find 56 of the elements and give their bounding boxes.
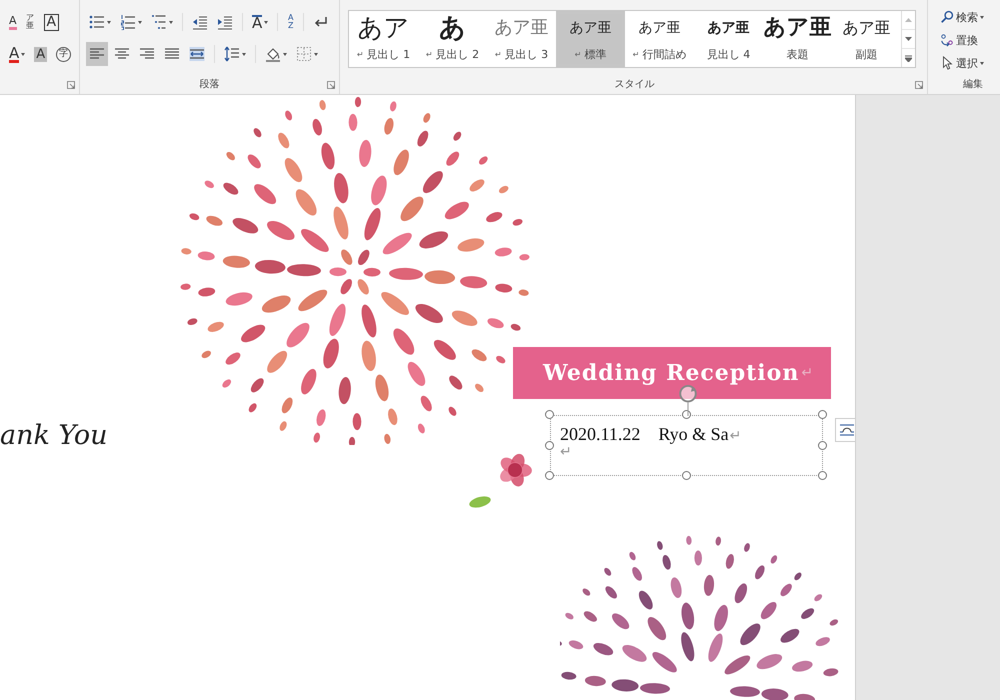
borders-icon: [296, 46, 312, 62]
decrease-indent-icon: [192, 14, 208, 30]
style-item[interactable]: あア ↵ 見出し 1: [349, 11, 418, 67]
paint-bucket-icon: [265, 46, 281, 62]
paragraph-mark: ↵: [730, 428, 742, 444]
style-item[interactable]: あア亜 ↵ 標準: [556, 11, 625, 67]
resize-handle[interactable]: [682, 410, 691, 419]
style-item[interactable]: あア亜 ↵ 行間詰め: [625, 11, 694, 67]
resize-handle[interactable]: [682, 471, 691, 480]
resize-handle[interactable]: [818, 441, 827, 450]
increase-indent-icon: [217, 14, 233, 30]
more-icon[interactable]: [905, 54, 912, 62]
line-spacing-icon: [224, 46, 240, 62]
paragraph-mark: ↵: [560, 444, 572, 460]
resize-handle[interactable]: [818, 471, 827, 480]
group-label: 段落: [200, 78, 220, 92]
layout-options-button[interactable]: [835, 418, 855, 442]
align-left-button[interactable]: [86, 42, 108, 66]
replace-icon: [940, 33, 954, 47]
group-label: 編集: [962, 78, 983, 92]
style-item[interactable]: あア亜 副題: [832, 11, 901, 67]
pointer-icon: [940, 56, 954, 70]
numbered-list-icon: [120, 14, 136, 30]
search-icon: [940, 10, 954, 24]
sort-button[interactable]: AZ: [284, 10, 298, 34]
script-text: ank You: [0, 420, 108, 451]
select-button[interactable]: 選択: [938, 52, 1000, 74]
bulleted-list-icon: [89, 14, 105, 30]
text-line: 2020.11.22 Ryo & Sa: [560, 423, 729, 446]
find-button[interactable]: 検索: [938, 6, 1000, 28]
gallery-scrollbar[interactable]: [901, 11, 915, 67]
style-item[interactable]: あア亜 見出し 4: [694, 11, 763, 67]
distribute-icon: [189, 46, 205, 62]
style-item[interactable]: あア亜 表題: [763, 11, 832, 67]
enclosed-character-button[interactable]: 字: [53, 42, 74, 66]
style-item[interactable]: あ ↵ 見出し 2: [418, 11, 487, 67]
replace-button[interactable]: 置換: [938, 29, 1000, 51]
dialog-launcher-icon[interactable]: [327, 81, 335, 89]
text-wrap-icon: [839, 423, 855, 437]
group-label: スタイル: [614, 78, 654, 92]
dialog-launcher-icon[interactable]: [67, 81, 75, 89]
paragraph-mark: ↵: [801, 365, 814, 381]
font-color-button[interactable]: A: [6, 42, 28, 66]
scroll-down-icon[interactable]: [905, 37, 912, 41]
style-item[interactable]: あア亜 ↵ 見出し 3: [487, 11, 556, 67]
resize-handle[interactable]: [545, 441, 554, 450]
phonetic-guide-button[interactable]: ア亜: [22, 10, 38, 34]
resize-handle[interactable]: [818, 410, 827, 419]
character-shading-button[interactable]: A: [31, 42, 50, 66]
multilevel-list-icon: [151, 14, 167, 30]
clear-format-button[interactable]: A: [6, 10, 20, 34]
banner-title: Wedding Reception: [543, 360, 800, 386]
dialog-launcher-icon[interactable]: [915, 81, 923, 89]
text-direction-button[interactable]: A: [249, 10, 272, 34]
resize-handle[interactable]: [545, 471, 554, 480]
resize-handle[interactable]: [545, 410, 554, 419]
